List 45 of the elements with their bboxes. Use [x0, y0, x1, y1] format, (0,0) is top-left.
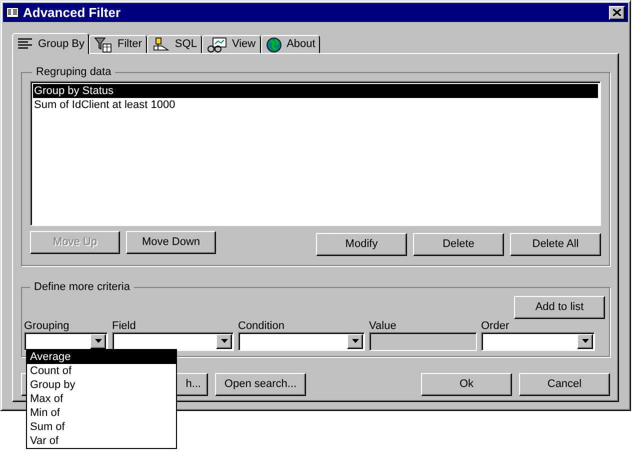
combo-box[interactable]: [112, 332, 234, 350]
dialog-button[interactable]: Cancel: [519, 373, 610, 396]
field-label: Value: [369, 320, 398, 332]
pin-icon: [152, 36, 170, 52]
list-button[interactable]: Move Down: [126, 230, 216, 254]
close-button[interactable]: [609, 6, 625, 20]
caret-icon: [352, 339, 358, 343]
tab[interactable]: Filter: [89, 35, 147, 53]
dropdown-option[interactable]: Var of: [27, 434, 176, 448]
caret-icon: [582, 339, 588, 343]
dropdown-option[interactable]: Max of: [27, 392, 176, 406]
combo-box[interactable]: [238, 332, 365, 350]
dropdown-option[interactable]: Min of: [27, 406, 176, 420]
field-label: Order: [481, 320, 510, 332]
caret-icon: [94, 339, 102, 343]
footer-button[interactable]: Open search...: [215, 373, 306, 396]
lines-icon: [17, 38, 33, 50]
close-icon: [613, 9, 621, 16]
group-title: Define more criteria: [33, 280, 131, 295]
field-label: Grouping: [24, 320, 70, 332]
dropdown-option[interactable]: Count of: [27, 364, 176, 378]
list-item[interactable]: Sum of IdClient at least 1000: [33, 98, 598, 112]
add-to-list-button[interactable]: Add to list: [514, 296, 605, 318]
tab[interactable]: View: [202, 35, 261, 53]
dropdown-option[interactable]: Group by: [27, 378, 176, 392]
list-button[interactable]: Delete: [413, 232, 504, 256]
window-title: Advanced Filter: [23, 4, 121, 22]
list-box[interactable]: Group by Status Sum of IdClient at least 1000: [30, 80, 601, 226]
field-label: Condition: [238, 320, 286, 332]
dialog-button[interactable]: Ok: [421, 373, 512, 396]
group-title: Regruping data: [35, 65, 112, 80]
field-label: Field: [112, 320, 137, 332]
tab[interactable]: SQL: [146, 35, 202, 53]
list-button[interactable]: Modify: [316, 232, 407, 256]
list-item[interactable]: Group by Status: [33, 84, 598, 98]
tab[interactable]: Group By: [12, 33, 90, 54]
combo-box[interactable]: [481, 332, 595, 350]
dropdown-option[interactable]: Average: [27, 350, 176, 364]
tab[interactable]: About: [260, 35, 320, 53]
combo-box[interactable]: [24, 332, 108, 350]
window-icon: [6, 7, 19, 18]
list-button[interactable]: Delete All: [510, 232, 601, 256]
globe-icon: [266, 36, 282, 52]
dropdown-option[interactable]: Sum of: [27, 420, 176, 434]
caret-icon: [220, 339, 228, 343]
